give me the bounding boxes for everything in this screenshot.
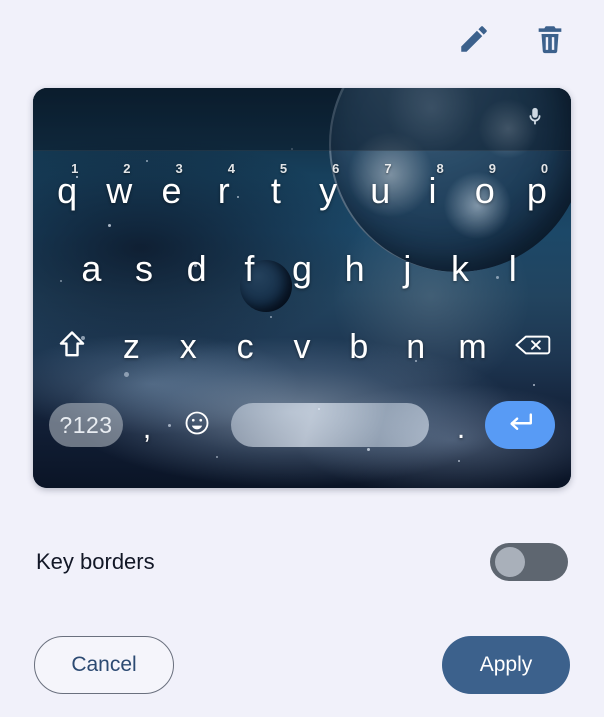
key-s[interactable]: s: [118, 230, 171, 308]
key-d[interactable]: d: [170, 230, 223, 308]
key-w-number: 2: [123, 161, 131, 176]
key-q[interactable]: 1 q: [41, 152, 93, 230]
shift-icon: [55, 328, 89, 367]
key-v-label: v: [293, 328, 311, 366]
key-l-label: l: [508, 248, 517, 289]
key-t-number: 5: [279, 161, 288, 176]
key-e-number: 3: [175, 161, 183, 176]
keyboard-row-bottom: z x c v b n m: [33, 308, 571, 386]
key-z-label: z: [122, 328, 140, 366]
enter-key[interactable]: [485, 401, 555, 449]
delete-button[interactable]: [530, 19, 570, 59]
key-x[interactable]: x: [160, 308, 217, 386]
key-borders-toggle[interactable]: [490, 543, 568, 581]
key-m[interactable]: m: [444, 308, 501, 386]
key-y-label: y: [319, 170, 338, 211]
key-u-number: 7: [384, 161, 392, 176]
key-o-label: o: [474, 170, 495, 211]
key-h[interactable]: h: [328, 230, 381, 308]
key-a[interactable]: a: [65, 230, 118, 308]
key-y-number: 6: [332, 161, 340, 176]
key-h-label: h: [344, 248, 365, 289]
keyboard-row-function: ?123 , .: [33, 386, 571, 464]
key-n[interactable]: n: [387, 308, 444, 386]
key-b-label: b: [349, 328, 369, 366]
key-o[interactable]: 9 o: [459, 152, 511, 230]
keyboard-preview-card[interactable]: 1 q 2 w 3 e 4 r 5 t 6 y 7 u 8 i 9 o 0 p …: [33, 88, 571, 488]
dialog-footer: Cancel Apply: [0, 634, 604, 696]
symbols-key[interactable]: ?123: [49, 403, 123, 447]
keyboard-row-home: a s d f g h j k l: [33, 230, 571, 308]
header-toolbar: [0, 0, 604, 78]
key-c[interactable]: c: [217, 308, 274, 386]
key-l[interactable]: l: [486, 230, 539, 308]
key-f[interactable]: f: [223, 230, 276, 308]
key-g[interactable]: g: [276, 230, 329, 308]
key-t-label: t: [270, 170, 281, 211]
key-i[interactable]: 8 i: [406, 152, 458, 230]
delete-icon: [533, 22, 567, 56]
shift-key[interactable]: [41, 308, 103, 386]
key-j-label: j: [403, 248, 412, 289]
emoji-smiley-icon: [183, 409, 211, 442]
apply-button[interactable]: Apply: [442, 636, 570, 694]
key-c-label: c: [236, 328, 254, 366]
period-key[interactable]: .: [437, 386, 485, 464]
symbols-key-label: ?123: [59, 411, 113, 438]
key-e-label: e: [161, 170, 182, 211]
space-key[interactable]: [231, 403, 429, 447]
key-borders-setting-row: Key borders: [0, 520, 604, 604]
emoji-key[interactable]: [171, 386, 223, 464]
key-z[interactable]: z: [103, 308, 160, 386]
key-x-label: x: [179, 328, 197, 366]
edit-icon: [457, 22, 491, 56]
key-i-label: i: [428, 170, 437, 211]
key-w[interactable]: 2 w: [93, 152, 145, 230]
comma-key[interactable]: ,: [123, 386, 171, 464]
key-p[interactable]: 0 p: [511, 152, 563, 230]
key-t[interactable]: 5 t: [250, 152, 302, 230]
key-k[interactable]: k: [434, 230, 487, 308]
key-u[interactable]: 7 u: [354, 152, 406, 230]
key-q-number: 1: [71, 161, 79, 176]
microphone-icon: [524, 105, 546, 134]
key-d-label: d: [186, 248, 207, 289]
backspace-key[interactable]: [501, 308, 563, 386]
key-y[interactable]: 6 y: [302, 152, 354, 230]
key-o-number: 9: [488, 161, 496, 176]
key-i-number: 8: [436, 161, 444, 176]
cancel-button[interactable]: Cancel: [34, 636, 174, 694]
key-u-label: u: [370, 170, 391, 211]
keyboard-rows: 1 q 2 w 3 e 4 r 5 t 6 y 7 u 8 i 9 o 0 p …: [33, 150, 571, 488]
key-borders-label: Key borders: [36, 549, 155, 574]
key-p-number: 0: [540, 161, 549, 176]
key-a-label: a: [81, 248, 102, 289]
suggestion-strip: [33, 88, 571, 151]
key-s-label: s: [135, 248, 153, 289]
key-f-label: f: [244, 248, 255, 289]
key-j[interactable]: j: [381, 230, 434, 308]
key-p-label: p: [526, 170, 547, 211]
key-k-label: k: [451, 248, 470, 289]
key-w-label: w: [106, 170, 133, 211]
key-q-label: q: [57, 170, 78, 211]
toggle-knob: [495, 547, 525, 577]
keyboard-row-top: 1 q 2 w 3 e 4 r 5 t 6 y 7 u 8 i 9 o 0 p: [33, 152, 571, 230]
microphone-key[interactable]: [517, 101, 553, 137]
key-m-label: m: [458, 328, 487, 366]
backspace-icon: [513, 331, 551, 364]
key-r-number: 4: [227, 161, 235, 176]
key-r-label: r: [217, 170, 230, 211]
edit-button[interactable]: [454, 19, 494, 59]
key-g-label: g: [292, 248, 313, 289]
key-b[interactable]: b: [330, 308, 387, 386]
key-v[interactable]: v: [274, 308, 331, 386]
key-e[interactable]: 3 e: [145, 152, 197, 230]
key-n-label: n: [406, 328, 426, 366]
key-r[interactable]: 4 r: [198, 152, 250, 230]
enter-return-icon: [505, 411, 535, 440]
